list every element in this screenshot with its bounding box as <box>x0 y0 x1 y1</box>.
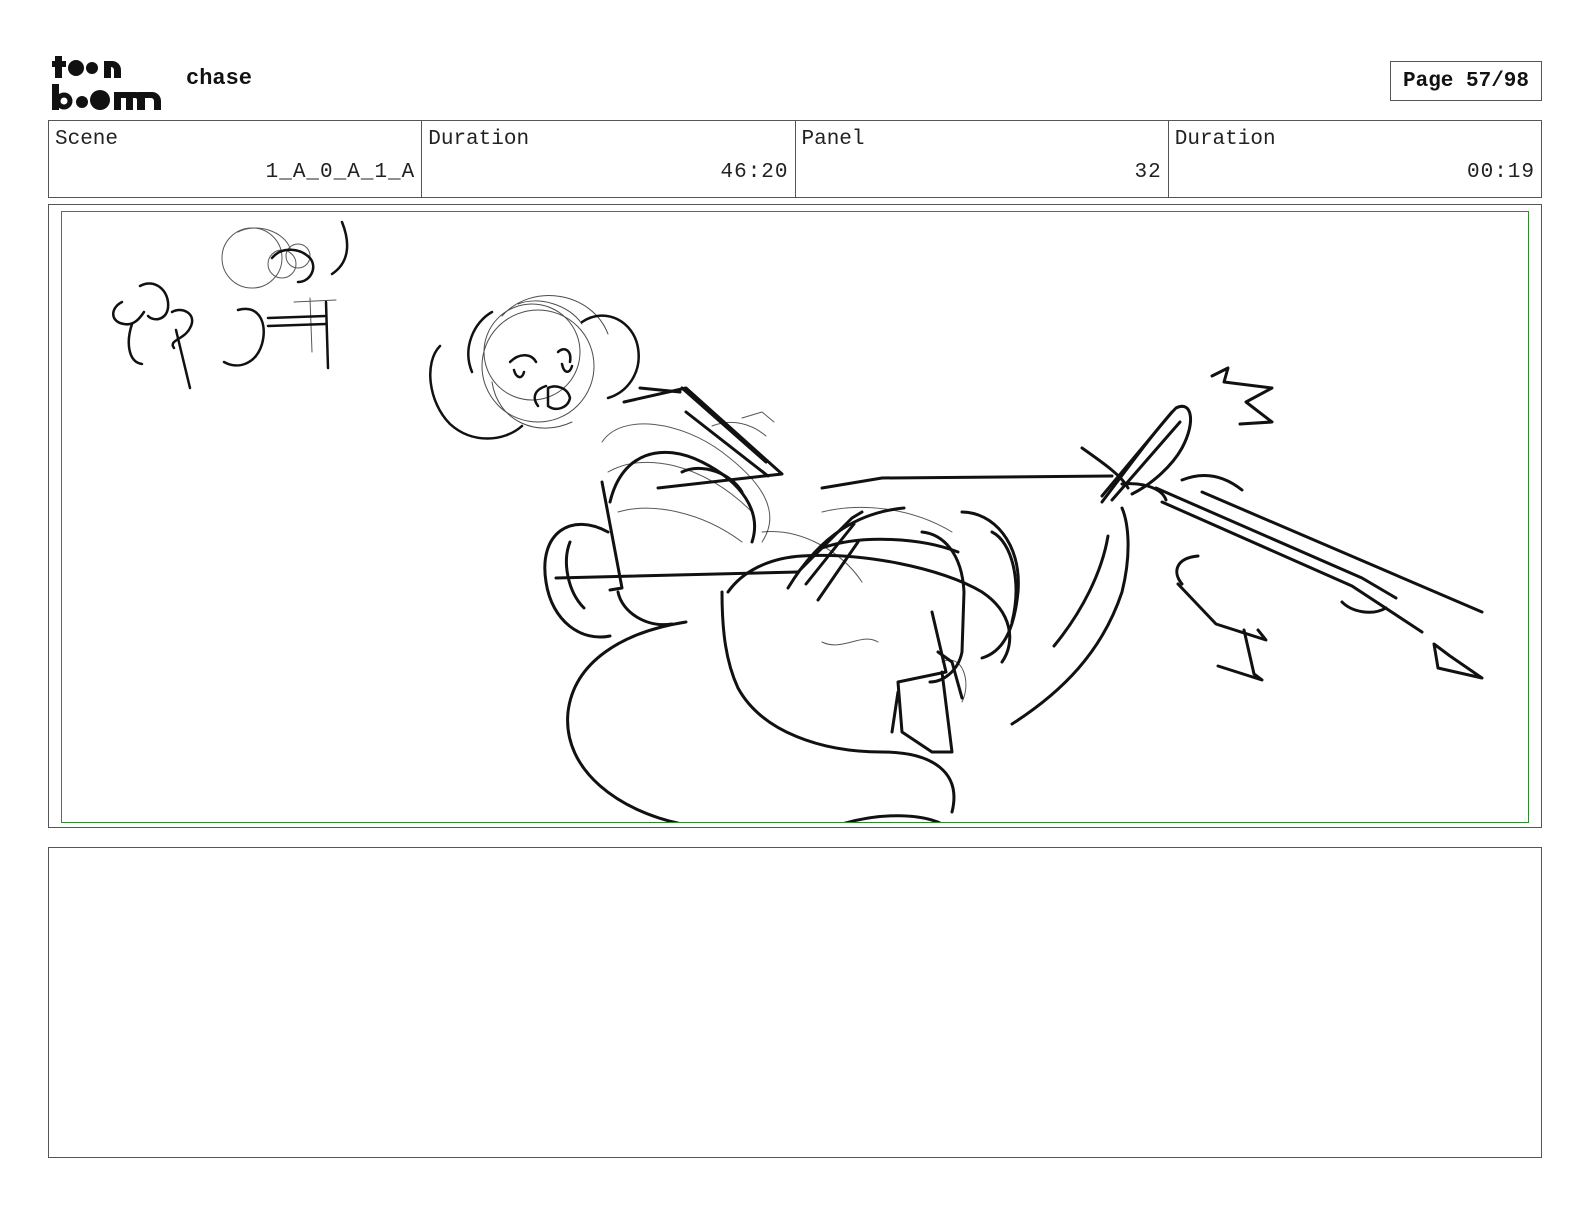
panel-duration-value: 00:19 <box>1466 161 1535 184</box>
scene-duration-cell: Duration 46:20 <box>422 121 796 197</box>
panel-label: Panel <box>801 128 865 151</box>
scene-duration-label: Duration <box>428 128 530 151</box>
camera-safe-area <box>61 211 1529 823</box>
scene-duration-value: 46:20 <box>720 161 789 184</box>
page-indicator: Page 57/98 <box>1390 61 1542 101</box>
scene-cell: Scene 1_A_0_A_1_A <box>49 121 423 197</box>
project-title: chase <box>186 66 253 91</box>
panel-value: 32 <box>1134 161 1162 184</box>
storyboard-panel <box>48 204 1542 828</box>
panel-duration-label: Duration <box>1174 128 1276 151</box>
panel-cell: Panel 32 <box>796 121 1169 197</box>
toonboom-logo <box>52 56 161 110</box>
panel-info-row: Scene 1_A_0_A_1_A Duration 46:20 Panel 3… <box>48 120 1542 198</box>
rough-sketch-drawing <box>112 220 1484 822</box>
scene-value: 1_A_0_A_1_A <box>265 161 416 184</box>
scene-label: Scene <box>55 128 119 151</box>
panel-duration-cell: Duration 00:19 <box>1169 121 1541 197</box>
panel-notes-area <box>48 847 1542 1158</box>
